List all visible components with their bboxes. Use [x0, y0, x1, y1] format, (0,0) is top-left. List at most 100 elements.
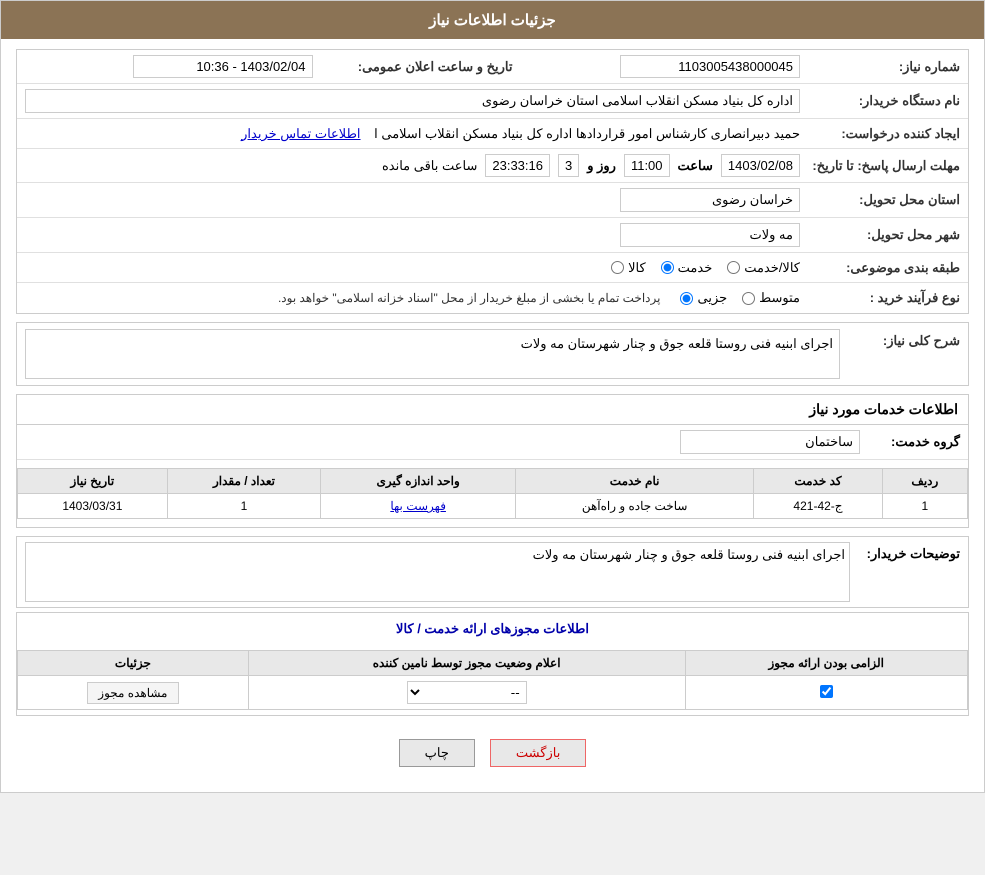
requester-row: ایجاد کننده درخواست: حمید دبیرانصاری کار… [17, 119, 968, 149]
announce-date-label: تاریخ و ساعت اعلان عمومی: [313, 59, 513, 75]
permits-table: الزامی بودن ارائه مجوز اعلام وضعیت مجوز … [17, 650, 968, 710]
radio-kala[interactable]: کالا [611, 260, 646, 276]
service-group-row: گروه خدمت: ساختمان [17, 425, 968, 460]
permits-required-cell [685, 676, 968, 710]
radio-mutawaset[interactable]: متوسط [742, 290, 800, 306]
deadline-row: مهلت ارسال پاسخ: تا تاریخ: 1403/02/08 سا… [17, 149, 968, 183]
days-label: روز و [587, 158, 616, 174]
request-number-box: 1103005438000045 [620, 55, 800, 78]
permits-required-checkbox[interactable] [820, 685, 833, 698]
description-section: شرح کلی نیاز: اجرای ابنیه فنی روستا قلعه… [16, 322, 969, 386]
response-date-box: 1403/02/08 [721, 154, 800, 177]
deadline-date-time: 1403/02/08 ساعت 11:00 روز و 3 23:33:16 س… [25, 154, 800, 177]
response-time-box: 11:00 [624, 154, 670, 177]
button-row: بازگشت چاپ [16, 724, 969, 782]
permits-details-cell: مشاهده مجوز [18, 676, 249, 710]
col-unit: واحد اندازه گیری [321, 469, 516, 494]
comments-label: توضیحات خریدار: [850, 542, 960, 562]
services-table-section: ردیف کد خدمت نام خدمت واحد اندازه گیری ت… [17, 468, 968, 519]
services-table-header-row: ردیف کد خدمت نام خدمت واحد اندازه گیری ت… [18, 469, 968, 494]
time-label: ساعت [678, 158, 713, 174]
category-radio-group: کالا/خدمت خدمت کالا [25, 260, 800, 276]
buyer-org-row: نام دستگاه خریدار: اداره کل بنیاد مسکن ا… [17, 84, 968, 119]
request-number-value: 1103005438000045 [513, 55, 801, 78]
radio-kala-khedmat[interactable]: کالا/خدمت [727, 260, 800, 276]
purchase-type-label: نوع فرآیند خرید : [800, 290, 960, 306]
cell-date: 1403/03/31 [18, 494, 168, 519]
description-label: شرح کلی نیاز: [850, 329, 960, 349]
col-code: کد خدمت [754, 469, 882, 494]
permits-title[interactable]: اطلاعات مجوزهای ارائه خدمت / کالا [17, 613, 968, 645]
services-table-body: 1 ج-42-421 ساخت جاده و راه‌آهن فهرست بها… [18, 494, 968, 519]
permits-header-row: الزامی بودن ارائه مجوز اعلام وضعیت مجوز … [18, 651, 968, 676]
purchase-type-radio-group: متوسط جزیی [680, 290, 800, 306]
description-box: اجرای ابنیه فنی روستا قلعه جوق و چنار شه… [25, 329, 840, 379]
radio-khedmat[interactable]: خدمت [661, 260, 713, 276]
deadline-label: مهلت ارسال پاسخ: تا تاریخ: [800, 158, 960, 174]
permits-col-details: جزئیات [18, 651, 249, 676]
deadline-values: 1403/02/08 ساعت 11:00 روز و 3 23:33:16 س… [25, 154, 800, 177]
permits-col-required: الزامی بودن ارائه مجوز [685, 651, 968, 676]
back-button[interactable]: بازگشت [490, 739, 586, 767]
purchase-type-row: نوع فرآیند خرید : متوسط جزیی [17, 283, 968, 313]
table-row: -- مشاهده مجوز [18, 676, 968, 710]
request-number-label: شماره نیاز: [800, 59, 960, 75]
purchase-note: پرداخت تمام یا بخشی از مبلغ خریدار از مح… [278, 291, 661, 305]
remaining-label: ساعت باقی مانده [382, 158, 477, 174]
province-box: خراسان رضوی [620, 188, 800, 212]
description-box-container: اجرای ابنیه فنی روستا قلعه جوق و چنار شه… [25, 329, 840, 379]
page-header: جزئیات اطلاعات نیاز [1, 1, 984, 39]
province-label: استان محل تحویل: [800, 192, 960, 208]
col-row: ردیف [882, 469, 967, 494]
unit-link[interactable]: فهرست بها [390, 499, 446, 513]
col-name: نام خدمت [516, 469, 754, 494]
city-box: مه ولات [620, 223, 800, 247]
cell-code: ج-42-421 [754, 494, 882, 519]
permits-table-body: -- مشاهده مجوز [18, 676, 968, 710]
cell-row: 1 [882, 494, 967, 519]
response-days-box: 3 [558, 154, 579, 177]
radio-kala-input[interactable] [611, 261, 624, 274]
table-row: 1 ج-42-421 ساخت جاده و راه‌آهن فهرست بها… [18, 494, 968, 519]
service-group-box: ساختمان [680, 430, 860, 454]
services-section: اطلاعات خدمات مورد نیاز گروه خدمت: ساختم… [16, 394, 969, 528]
city-value: مه ولات [25, 223, 800, 247]
requester-value: حمید دبیرانصاری کارشناس امور قراردادها ا… [25, 126, 800, 142]
radio-jozei[interactable]: جزیی [680, 290, 727, 306]
province-row: استان محل تحویل: خراسان رضوی [17, 183, 968, 218]
buyer-org-box: اداره کل بنیاد مسکن انقلاب اسلامی استان … [25, 89, 800, 113]
radio-jozei-input[interactable] [680, 292, 693, 305]
col-count: تعداد / مقدار [167, 469, 321, 494]
main-content: شماره نیاز: 1103005438000045 تاریخ و ساع… [1, 39, 984, 792]
response-time2-box: 23:33:16 [485, 154, 550, 177]
buyer-org-value: اداره کل بنیاد مسکن انقلاب اسلامی استان … [25, 89, 800, 113]
services-title: اطلاعات خدمات مورد نیاز [17, 395, 968, 425]
cell-unit: فهرست بها [321, 494, 516, 519]
permits-col-status: اعلام وضعیت مجوز توسط نامین کننده [248, 651, 685, 676]
province-value: خراسان رضوی [25, 188, 800, 212]
services-table: ردیف کد خدمت نام خدمت واحد اندازه گیری ت… [17, 468, 968, 519]
category-label: طبقه بندی موضوعی: [800, 260, 960, 276]
radio-kala-khedmat-input[interactable] [727, 261, 740, 274]
print-button[interactable]: چاپ [399, 739, 475, 767]
view-permit-button[interactable]: مشاهده مجوز [87, 682, 178, 704]
permits-status-select[interactable]: -- [407, 681, 527, 704]
page-title: جزئیات اطلاعات نیاز [429, 12, 556, 29]
purchase-type-options: متوسط جزیی پرداخت تمام یا بخشی از مبلغ خ… [25, 290, 800, 306]
service-group-label: گروه خدمت: [860, 434, 960, 450]
buyer-org-label: نام دستگاه خریدار: [800, 93, 960, 109]
requester-link[interactable]: اطلاعات تماس خریدار [241, 126, 360, 141]
comments-inner: توضیحات خریدار: اجرای ابنیه فنی روستا قل… [17, 537, 968, 607]
permits-table-head: الزامی بودن ارائه مجوز اعلام وضعیت مجوز … [18, 651, 968, 676]
radio-mutawaset-input[interactable] [742, 292, 755, 305]
requester-text: حمید دبیرانصاری کارشناس امور قراردادها ا… [374, 126, 800, 141]
request-number-row: شماره نیاز: 1103005438000045 تاریخ و ساع… [17, 50, 968, 84]
permits-section: اطلاعات مجوزهای ارائه خدمت / کالا الزامی… [16, 612, 969, 716]
category-options: کالا/خدمت خدمت کالا [25, 260, 800, 276]
col-date: تاریخ نیاز [18, 469, 168, 494]
radio-khedmat-input[interactable] [661, 261, 674, 274]
permits-status-cell: -- [248, 676, 685, 710]
info-section: شماره نیاز: 1103005438000045 تاریخ و ساع… [16, 49, 969, 314]
cell-name: ساخت جاده و راه‌آهن [516, 494, 754, 519]
comments-box: اجرای ابنیه فنی روستا قلعه جوق و چنار شه… [25, 542, 850, 602]
